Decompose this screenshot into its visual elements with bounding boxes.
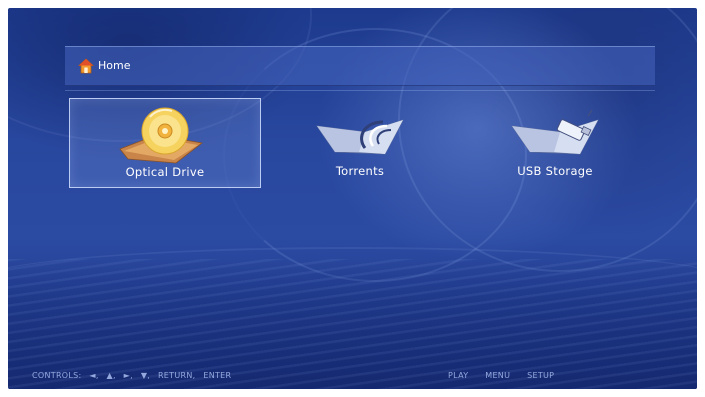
tile-usb-storage[interactable]: USB Storage <box>460 98 650 186</box>
play-button[interactable]: PLAY <box>448 371 468 380</box>
tile-label: Optical Drive <box>125 165 205 179</box>
key-up: ▲, <box>106 371 116 380</box>
page-title: Home <box>98 59 131 72</box>
torrent-folder-icon <box>316 119 404 155</box>
optical-disc-icon <box>119 107 203 164</box>
setup-button[interactable]: SETUP <box>527 371 554 380</box>
key-right: ►, <box>123 371 133 380</box>
tile-torrents[interactable]: Torrents <box>265 98 455 186</box>
footer-actions: PLAY MENU SETUP <box>448 371 568 380</box>
menu-button[interactable]: MENU <box>485 371 510 380</box>
footer-help-bar: CONTROLS: ◄, ▲, ►, ▼, RETURN, ENTER PLAY… <box>8 371 697 385</box>
key-down: ▼, <box>140 371 151 380</box>
controls-label: CONTROLS: <box>32 371 82 380</box>
divider <box>65 90 655 91</box>
controls-hint: CONTROLS: ◄, ▲, ►, ▼, RETURN, ENTER <box>32 371 236 380</box>
background-dune-line <box>8 247 697 319</box>
key-return: RETURN, <box>157 371 196 380</box>
key-left: ◄, <box>89 371 99 380</box>
tile-label: USB Storage <box>517 164 593 178</box>
breadcrumb-bar: Home <box>65 46 655 86</box>
key-enter: ENTER <box>203 371 232 380</box>
usb-folder-icon <box>511 109 599 155</box>
media-player-screen: Home Optical Drive Torrents USB Storage … <box>8 8 697 389</box>
home-icon <box>78 58 94 74</box>
tile-optical-drive[interactable]: Optical Drive <box>69 98 261 188</box>
tile-label: Torrents <box>335 164 385 178</box>
